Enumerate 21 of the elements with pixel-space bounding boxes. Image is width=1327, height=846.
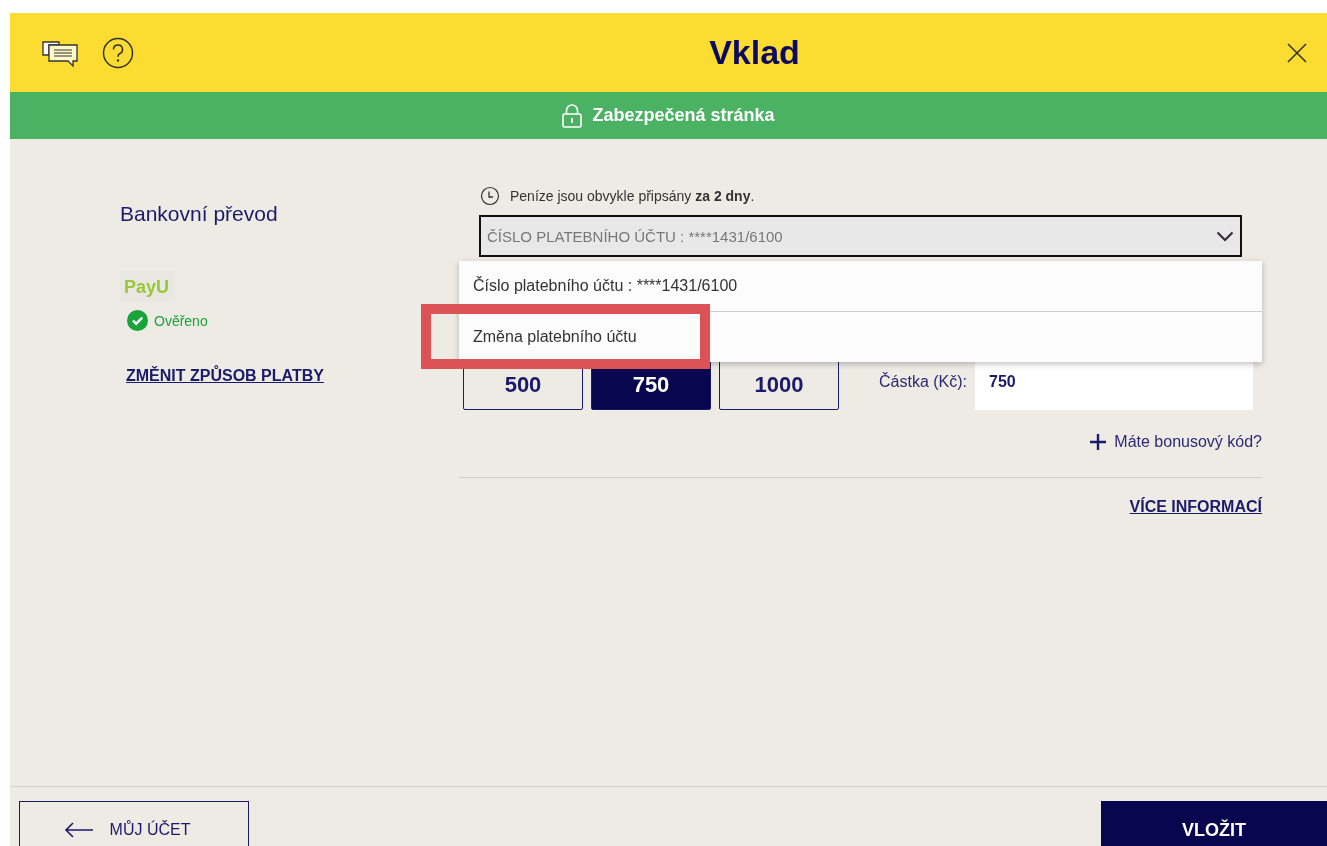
help-icon[interactable] [102,36,134,69]
bonus-code-link[interactable]: Máte bonusový kód? [1090,433,1262,451]
secure-page-label: Zabezpečená stránka [592,105,775,126]
dropdown-option[interactable]: Číslo platebního účtu : ****1431/6100 [459,261,1262,311]
clock-icon [480,186,500,206]
payu-logo: PayU [120,271,176,302]
page-title: Vklad [708,33,801,72]
close-icon[interactable] [1287,42,1307,63]
back-button[interactable]: MŮJ ÚČET [19,801,249,846]
payment-method-title: Bankovní převod [120,202,278,226]
account-select[interactable]: ČÍSLO PLATEBNÍHO ÚČTU : ****1431/6100 [479,215,1242,257]
info-text: Peníze jsou obvykle připsány za 2 dny. [510,188,755,204]
change-payment-method-link[interactable]: ZMĚNIT ZPŮSOB PLATBY [126,367,324,385]
arrow-left-icon [63,822,94,838]
submit-button[interactable]: VLOŽIT [1101,801,1327,846]
lock-icon [562,103,583,128]
amount-label: Částka (Kč): [879,373,967,391]
chevron-down-icon [1216,230,1234,242]
more-info-link[interactable]: VÍCE INFORMACÍ [1129,498,1262,516]
verified-status: Ověřeno [154,312,208,329]
plus-icon [1090,434,1107,450]
